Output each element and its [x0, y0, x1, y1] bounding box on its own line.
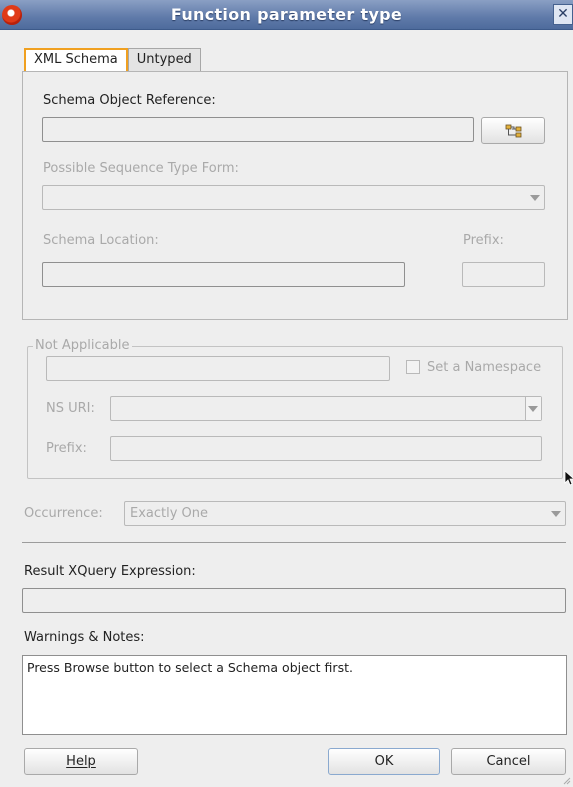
occurrence-label: Occurrence: [24, 506, 103, 521]
window-title: Function parameter type [170, 5, 403, 24]
chevron-down-icon [530, 195, 540, 201]
schema-object-reference-field[interactable] [42, 117, 474, 142]
set-namespace-label: Set a Namespace [427, 360, 542, 375]
schema-prefix-field[interactable] [462, 262, 545, 287]
warnings-notes-text: Press Browse button to select a Schema o… [22, 655, 567, 735]
ok-button[interactable]: OK [328, 748, 440, 775]
sequence-type-form-label: Possible Sequence Type Form: [43, 161, 239, 176]
tab-untyped[interactable]: Untyped [127, 48, 201, 71]
result-xquery-label: Result XQuery Expression: [24, 564, 196, 579]
separator [22, 542, 566, 543]
tab-xml-schema[interactable]: XML Schema [24, 48, 128, 72]
function-parameter-type-dialog: Function parameter type ✕ XML Schema Unt… [0, 0, 573, 787]
ns-uri-dropdown-button[interactable] [525, 397, 541, 420]
warnings-notes-label: Warnings & Notes: [24, 630, 145, 645]
ns-uri-select[interactable] [110, 396, 542, 421]
cancel-button[interactable]: Cancel [451, 748, 566, 775]
schema-location-label: Schema Location: [43, 233, 159, 248]
namespace-prefix-field[interactable] [110, 436, 542, 461]
schema-location-field[interactable] [42, 262, 405, 287]
help-button-label: Help [66, 754, 96, 769]
title-bar[interactable]: Function parameter type ✕ [0, 0, 573, 30]
resize-grip-icon[interactable] [563, 777, 571, 785]
chevron-down-icon [551, 511, 561, 517]
sequence-type-form-select[interactable] [42, 185, 545, 210]
schema-prefix-label: Prefix: [463, 233, 504, 248]
occurrence-value: Exactly One [130, 506, 209, 521]
close-icon[interactable]: ✕ [553, 4, 573, 25]
schema-object-reference-label: Schema Object Reference: [43, 93, 216, 108]
help-button[interactable]: Help [24, 748, 138, 775]
namespace-name-field[interactable] [46, 356, 390, 381]
namespace-prefix-label: Prefix: [46, 441, 87, 456]
set-namespace-checkbox[interactable] [406, 360, 420, 374]
result-xquery-field[interactable] [22, 588, 566, 613]
chevron-down-icon [528, 406, 538, 412]
tree-icon [505, 124, 522, 138]
not-applicable-legend: Not Applicable [33, 338, 132, 353]
ns-uri-label: NS URI: [46, 401, 95, 416]
tab-strip: XML Schema Untyped [24, 48, 201, 72]
browse-button[interactable] [481, 117, 545, 144]
mouse-pointer-icon [564, 470, 573, 486]
occurrence-select[interactable]: Exactly One [124, 501, 566, 526]
